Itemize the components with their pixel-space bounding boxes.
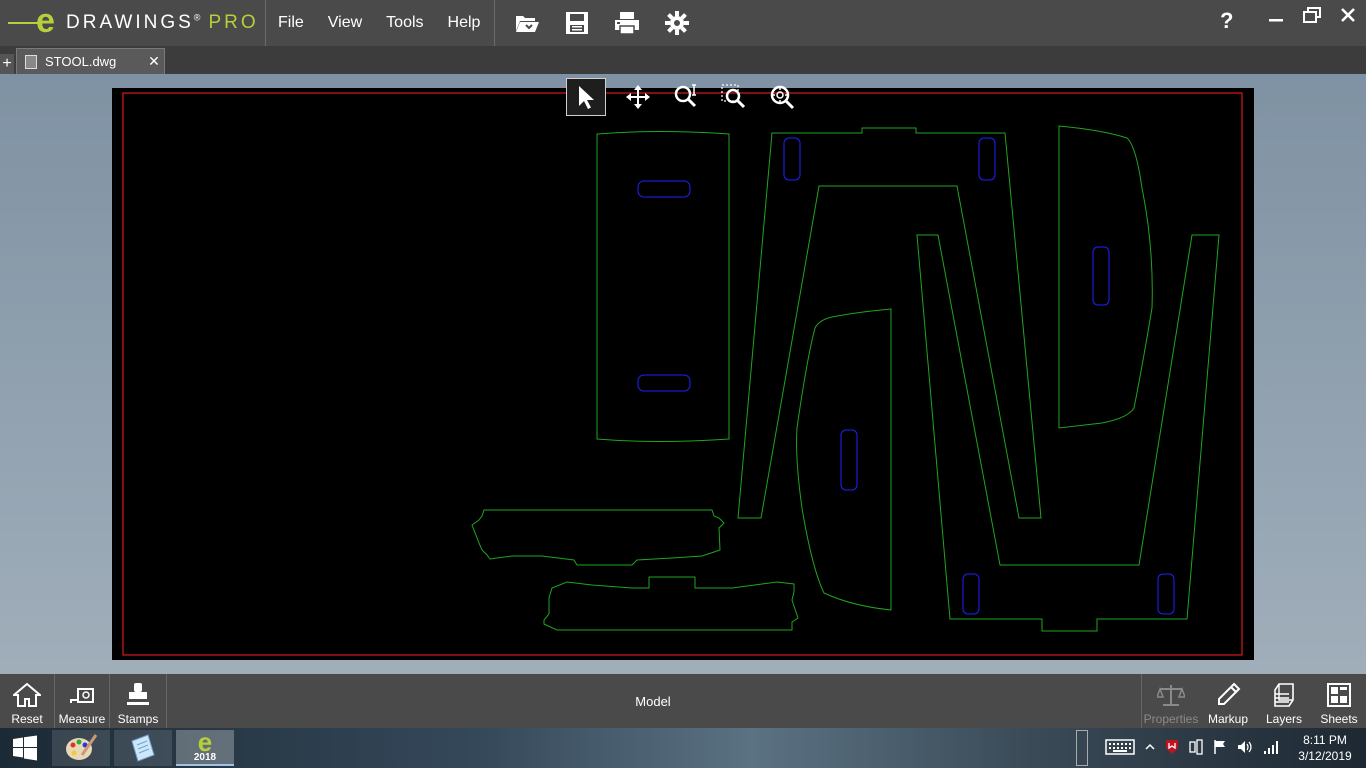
part-stretcher-2 bbox=[543, 576, 799, 631]
zoom-to-fit-icon[interactable] bbox=[758, 78, 806, 116]
part-stretcher-1 bbox=[471, 509, 725, 566]
sheets-button[interactable]: Sheets bbox=[1312, 674, 1366, 728]
logo-text: DRAWINGS® PRO bbox=[66, 12, 259, 34]
part-side-panel-left bbox=[796, 308, 892, 611]
sheets-icon bbox=[1326, 680, 1352, 710]
clock-time: 8:11 PM bbox=[1303, 733, 1347, 747]
home-icon bbox=[13, 680, 41, 710]
minimize-icon[interactable] bbox=[1258, 0, 1294, 30]
slot bbox=[962, 573, 980, 615]
slot bbox=[1157, 573, 1175, 615]
slot bbox=[637, 374, 691, 392]
measure-label: Measure bbox=[58, 712, 106, 726]
scale-icon bbox=[1157, 680, 1185, 710]
stamps-label: Stamps bbox=[117, 712, 159, 726]
measure-button[interactable]: Measure bbox=[55, 674, 109, 728]
bottom-toolbar: Reset Measure Stamps Model Properties Ma… bbox=[0, 674, 1366, 728]
device-icon[interactable] bbox=[1189, 738, 1203, 758]
sheet-border bbox=[122, 92, 1243, 656]
separator bbox=[166, 674, 167, 728]
taskbar-paint-app[interactable] bbox=[52, 730, 110, 766]
layers-icon bbox=[1271, 680, 1297, 710]
logo-e: e bbox=[36, 2, 55, 40]
restore-icon[interactable] bbox=[1294, 0, 1330, 30]
menu-view[interactable]: View bbox=[316, 0, 374, 46]
quick-toolbar bbox=[502, 6, 702, 40]
zoom-icon[interactable] bbox=[662, 78, 710, 116]
document-tab[interactable]: STOOL.dwg ✕ bbox=[16, 48, 165, 74]
taskbar-notepad-app[interactable] bbox=[114, 730, 172, 766]
close-icon[interactable] bbox=[1330, 0, 1366, 30]
part-seat-panel bbox=[596, 131, 730, 442]
markup-label: Markup bbox=[1207, 712, 1248, 726]
pen-icon bbox=[1215, 680, 1241, 710]
select-arrow-icon[interactable] bbox=[566, 78, 606, 116]
logo-arrow bbox=[8, 22, 38, 24]
document-icon bbox=[25, 54, 37, 69]
save-icon[interactable] bbox=[552, 6, 602, 40]
title-bar: e DRAWINGS® PRO File View Tools Help ? bbox=[0, 0, 1366, 46]
properties-button[interactable]: Properties bbox=[1142, 674, 1200, 728]
drawing-svg bbox=[122, 92, 1243, 656]
slot bbox=[978, 137, 996, 181]
menu-bar: File View Tools Help bbox=[266, 0, 492, 46]
menu-file[interactable]: File bbox=[266, 0, 316, 46]
properties-label: Properties bbox=[1143, 712, 1199, 726]
slot bbox=[637, 180, 691, 198]
part-side-panel-right bbox=[1058, 125, 1153, 429]
palette-icon bbox=[66, 734, 98, 760]
logo-name: DRAWINGS bbox=[66, 12, 194, 33]
windows-start-icon[interactable] bbox=[0, 728, 50, 768]
clock-date: 3/12/2019 bbox=[1298, 749, 1352, 763]
flag-icon[interactable] bbox=[1213, 739, 1227, 758]
keyboard-icon[interactable] bbox=[1105, 738, 1135, 758]
measure-icon bbox=[69, 680, 95, 710]
reset-button[interactable]: Reset bbox=[0, 674, 54, 728]
menu-tools[interactable]: Tools bbox=[374, 0, 435, 46]
settings-icon[interactable] bbox=[652, 6, 702, 40]
system-clock[interactable]: 8:11 PM 3/12/2019 bbox=[1290, 732, 1360, 764]
window-controls bbox=[1258, 0, 1366, 30]
network-icon[interactable] bbox=[1263, 740, 1279, 757]
zoom-to-area-icon[interactable] bbox=[710, 78, 758, 116]
antivirus-icon[interactable] bbox=[1165, 739, 1179, 758]
pan-icon[interactable] bbox=[614, 78, 662, 116]
windows-taskbar: e 2018 8:11 PM 3/12/2019 bbox=[0, 727, 1366, 768]
markup-button[interactable]: Markup bbox=[1200, 674, 1256, 728]
taskbar-edrawings-app[interactable]: e 2018 bbox=[176, 727, 234, 766]
stamps-button[interactable]: Stamps bbox=[110, 674, 166, 728]
layers-button[interactable]: Layers bbox=[1256, 674, 1312, 728]
menu-help[interactable]: Help bbox=[436, 0, 493, 46]
new-tab-button[interactable]: + bbox=[0, 54, 14, 74]
part-v-leg-frame bbox=[916, 234, 1220, 632]
open-icon[interactable] bbox=[502, 6, 552, 40]
notepad-icon bbox=[131, 734, 155, 762]
slot bbox=[1092, 246, 1110, 306]
print-icon[interactable] bbox=[602, 6, 652, 40]
tab-label: STOOL.dwg bbox=[45, 54, 117, 69]
sheets-label: Sheets bbox=[1320, 712, 1358, 726]
help-button[interactable]: ? bbox=[1220, 8, 1233, 34]
view-toolbar bbox=[566, 78, 806, 116]
tab-close-icon[interactable]: ✕ bbox=[144, 53, 164, 70]
edrawings-logo: e DRAWINGS® PRO bbox=[6, 2, 262, 40]
reset-label: Reset bbox=[11, 712, 43, 726]
edrawings-version-badge: 2018 bbox=[193, 752, 217, 763]
stamp-icon bbox=[125, 680, 151, 710]
show-input-panel[interactable] bbox=[1076, 730, 1088, 766]
slot bbox=[783, 137, 801, 181]
model-tab[interactable]: Model bbox=[600, 694, 706, 709]
slot bbox=[840, 429, 858, 491]
part-a-frame bbox=[737, 127, 1042, 519]
volume-icon[interactable] bbox=[1237, 739, 1253, 758]
logo-trademark: ® bbox=[193, 12, 201, 23]
separator bbox=[494, 0, 495, 46]
document-tab-bar: + STOOL.dwg ✕ bbox=[0, 46, 1366, 74]
logo-edition: PRO bbox=[208, 12, 259, 33]
drawing-canvas[interactable] bbox=[112, 88, 1254, 660]
system-tray bbox=[1100, 728, 1284, 768]
chevron-up-icon[interactable] bbox=[1145, 741, 1155, 755]
layers-label: Layers bbox=[1265, 712, 1303, 726]
